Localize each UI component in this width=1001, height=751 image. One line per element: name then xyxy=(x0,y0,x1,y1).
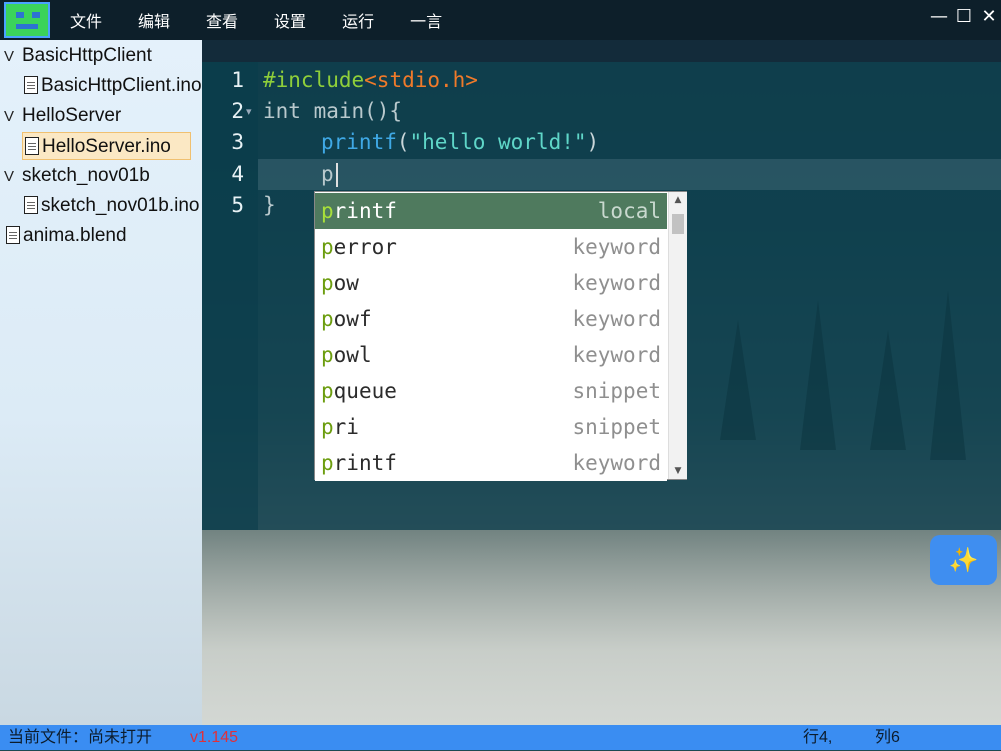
autocomplete-match: p xyxy=(321,199,334,223)
version-label: v1.145 xyxy=(190,729,239,746)
code-line-2: int main(){ xyxy=(263,99,403,123)
autocomplete-match: p xyxy=(321,271,334,295)
autocomplete-kind: keyword xyxy=(572,451,661,475)
file-label: sketch_nov01b.ino xyxy=(41,195,200,216)
autocomplete-item[interactable]: pow keyword xyxy=(315,265,667,301)
menu-view[interactable]: 查看 xyxy=(188,0,256,40)
string-literal: "hello world!" xyxy=(409,130,587,154)
cursor-col: 列6 xyxy=(875,729,900,746)
tree-file-sketch-nov01b-ino[interactable]: sketch_nov01b.ino xyxy=(24,192,199,220)
expand-toggle-icon[interactable]: V xyxy=(4,103,22,131)
menu-bar: 文件 编辑 查看 设置 运行 一言 xyxy=(52,0,460,40)
paren-close: ) xyxy=(586,130,600,154)
expand-toggle-icon[interactable]: V xyxy=(4,43,22,71)
autocomplete-match: p xyxy=(321,235,334,259)
line-number: 3 xyxy=(231,130,244,154)
paren-open: ( xyxy=(396,130,410,154)
autocomplete-rest: rintf xyxy=(333,199,397,223)
file-icon xyxy=(24,76,38,94)
file-label: anima.blend xyxy=(23,225,127,246)
tree-file-basichttpclient-ino[interactable]: BasicHttpClient.ino xyxy=(24,72,202,100)
autocomplete-item[interactable]: perror keyword xyxy=(315,229,667,265)
expand-toggle-icon[interactable]: V xyxy=(4,163,22,191)
autocomplete-item[interactable]: printf keyword xyxy=(315,445,667,481)
line-number: 2 xyxy=(231,99,244,123)
autocomplete-scrollbar[interactable]: ▲ ▼ xyxy=(668,192,687,479)
cursor-row: 行4, xyxy=(803,729,833,746)
include-directive: #include xyxy=(263,68,365,92)
autocomplete-kind: keyword xyxy=(572,235,661,259)
folder-label: HelloServer xyxy=(22,105,122,126)
autocomplete-rest: ri xyxy=(333,415,359,439)
function-name: printf xyxy=(321,130,397,154)
scrollbar-thumb[interactable] xyxy=(672,214,684,234)
autocomplete-match: p xyxy=(321,379,334,403)
autocomplete-item[interactable]: pqueue snippet xyxy=(315,373,667,409)
folder-label: BasicHttpClient xyxy=(22,45,152,66)
tree-folder-sketch-nov01b[interactable]: Vsketch_nov01b xyxy=(4,162,150,190)
code-line-4: p xyxy=(321,162,334,186)
autocomplete-rest: owf xyxy=(333,307,372,331)
autocomplete-match: p xyxy=(321,343,334,367)
autocomplete-kind: keyword xyxy=(572,271,661,295)
scroll-down-icon[interactable]: ▼ xyxy=(669,463,687,479)
autocomplete-rest: owl xyxy=(333,343,372,367)
status-bar: 当前文件：尚未打开 v1.145 行4, 列6 xyxy=(0,725,1001,750)
menu-file[interactable]: 文件 xyxy=(52,0,120,40)
current-file-status: 当前文件：尚未打开 xyxy=(8,729,153,746)
autocomplete-item[interactable]: powl keyword xyxy=(315,337,667,373)
autocomplete-item[interactable]: powf keyword xyxy=(315,301,667,337)
code-line-3: printf("hello world!") xyxy=(321,127,599,158)
file-tree-sidebar: V BasicHttpClient BasicHttpClient.ino V He… xyxy=(0,40,202,725)
line-number: 5 xyxy=(231,193,244,217)
menu-edit[interactable]: 编辑 xyxy=(120,0,188,40)
line-number: 4 xyxy=(231,162,244,186)
line-number: 1 xyxy=(231,68,244,92)
autocomplete-kind: local xyxy=(597,199,661,223)
autocomplete-popup: printf local perror keyword pow keyword … xyxy=(314,191,687,481)
autocomplete-match: p xyxy=(321,415,334,439)
autocomplete-rest: ow xyxy=(333,271,359,295)
maximize-button[interactable]: ☐ xyxy=(953,6,975,28)
file-label: HelloServer.ino xyxy=(42,136,171,157)
ai-assist-button[interactable]: ✨ xyxy=(930,535,997,585)
autocomplete-kind: keyword xyxy=(572,343,661,367)
autocomplete-item[interactable]: pri snippet xyxy=(315,409,667,445)
file-icon xyxy=(6,226,20,244)
autocomplete-match: p xyxy=(321,451,334,475)
include-header: <stdio.h> xyxy=(364,68,478,92)
autocomplete-item[interactable]: printf local xyxy=(315,193,667,229)
file-icon xyxy=(25,137,39,155)
tree-folder-helloserver[interactable]: V HelloServer xyxy=(4,102,121,130)
autocomplete-rest: rintf xyxy=(333,451,397,475)
text-cursor xyxy=(336,163,338,187)
menu-run[interactable]: 运行 xyxy=(324,0,392,40)
file-label: BasicHttpClient.ino xyxy=(41,75,202,96)
autocomplete-rest: queue xyxy=(333,379,397,403)
autocomplete-kind: keyword xyxy=(572,307,661,331)
tree-folder-basichttpclient[interactable]: V BasicHttpClient xyxy=(4,42,152,70)
autocomplete-kind: snippet xyxy=(572,379,661,403)
scroll-up-icon[interactable]: ▲ xyxy=(669,192,687,208)
fold-marker-icon[interactable]: ▾ xyxy=(246,105,252,118)
close-button[interactable]: ✕ xyxy=(978,6,1000,28)
tree-file-helloserver-ino[interactable]: HelloServer.ino xyxy=(22,132,191,160)
current-line-highlight xyxy=(258,159,1001,190)
menu-settings[interactable]: 设置 xyxy=(256,0,324,40)
tree-file-anima-blend[interactable]: anima.blend xyxy=(6,222,127,250)
autocomplete-match: p xyxy=(321,307,334,331)
folder-label: sketch_nov01b xyxy=(22,165,150,186)
sparkle-icon: ✨ xyxy=(948,546,979,574)
editor-tab-strip xyxy=(202,40,1001,62)
autocomplete-rest: error xyxy=(333,235,397,259)
file-icon xyxy=(24,196,38,214)
app-logo-icon xyxy=(4,2,50,38)
autocomplete-kind: snippet xyxy=(572,415,661,439)
menu-hitokoto[interactable]: 一言 xyxy=(392,0,460,40)
code-line-5: } xyxy=(263,193,276,217)
code-line-1: #include<stdio.h> xyxy=(263,65,478,96)
title-bar: 文件 编辑 查看 设置 运行 一言 — ☐ ✕ xyxy=(0,0,1001,40)
minimize-button[interactable]: — xyxy=(928,6,950,28)
